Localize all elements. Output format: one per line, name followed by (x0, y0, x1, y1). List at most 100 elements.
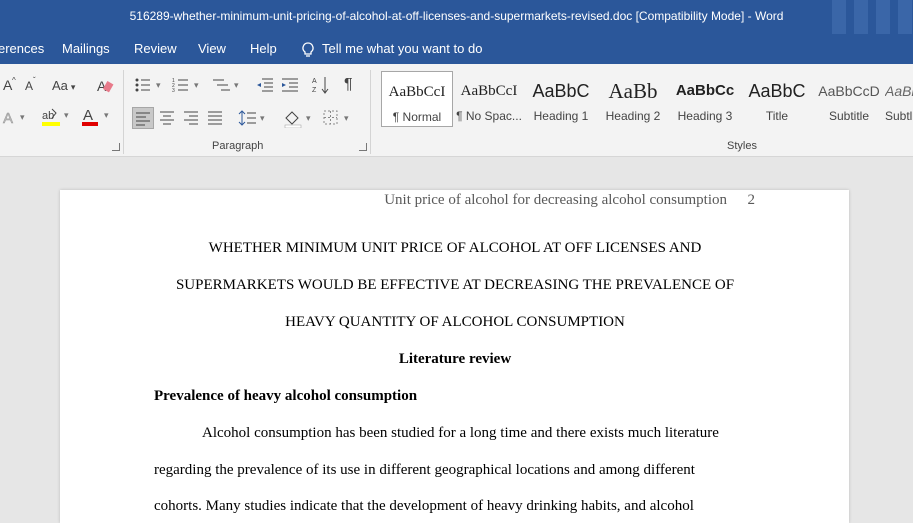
tab-help[interactable]: Help (250, 34, 277, 64)
line-spacing-button[interactable]: ▾ (238, 108, 268, 128)
style-name: Heading 2 (605, 109, 661, 123)
style-normal[interactable]: AaBbCcI ¶ Normal (381, 71, 453, 127)
svg-text:ab: ab (42, 110, 54, 122)
decrease-font-size-button[interactable]: Aˇ (24, 76, 40, 92)
multilevel-list-button[interactable]: ▾ (212, 76, 242, 94)
change-case-button[interactable]: Aa ▾ (52, 78, 75, 93)
svg-text:Z: Z (312, 87, 317, 94)
numbering-button[interactable]: 1 2 3 ▾ (172, 76, 202, 94)
title-line: HEAVY QUANTITY OF ALCOHOL CONSUMPTION (285, 314, 625, 330)
svg-text:▾: ▾ (306, 113, 311, 123)
title-line: SUPERMARKETS WOULD BE EFFECTIVE AT DECRE… (175, 277, 735, 293)
title-bar-decoration (898, 0, 912, 34)
style-name: Subtl (885, 109, 913, 123)
style-preview: AaBbC (748, 81, 806, 101)
style-preview: AaBbCcI (388, 84, 446, 100)
style-name: Title (765, 109, 789, 123)
eraser-icon: A (97, 78, 114, 94)
style-preview: AaBbC (532, 81, 590, 101)
highlight-color-button[interactable]: ab ▾ (40, 106, 74, 128)
title-bar-decoration (854, 0, 868, 34)
shading-button[interactable]: ▾ (283, 108, 315, 128)
style-preview: AaBbCc (675, 82, 735, 99)
change-case-label: Aa (52, 78, 68, 93)
ribbon-tabs: erences Mailings Review View Help Tell m… (0, 34, 913, 64)
tab-references[interactable]: erences (0, 34, 44, 64)
svg-text:▾: ▾ (64, 110, 69, 120)
svg-text:▾: ▾ (260, 113, 265, 123)
tab-mailings[interactable]: Mailings (62, 34, 110, 64)
svg-text:▾: ▾ (194, 80, 199, 90)
styles-group-label: Styles (727, 140, 757, 152)
svg-text:▾: ▾ (156, 80, 161, 90)
svg-text:ˇ: ˇ (33, 76, 36, 85)
style-name: ¶ Normal (392, 110, 442, 124)
align-left-button[interactable] (132, 107, 154, 129)
tab-view[interactable]: View (198, 34, 226, 64)
text-effects-button[interactable]: A ▾ (2, 108, 30, 126)
body-line: regarding the prevalence of its use in d… (154, 462, 695, 478)
paragraph-group-label: Paragraph (212, 140, 264, 152)
style-heading-1[interactable]: AaBbC Heading 1 (525, 71, 597, 127)
style-heading-3[interactable]: AaBbCc Heading 3 (669, 71, 741, 127)
title-bar-decoration (832, 0, 846, 34)
decrease-indent-button[interactable] (256, 76, 274, 94)
style-name: Subtitle (828, 109, 870, 123)
svg-text:^: ^ (12, 76, 16, 85)
window-title: 516289-whether-minimum-unit-pricing-of-a… (129, 9, 784, 23)
svg-text:A: A (83, 107, 93, 124)
tell-me-text: Tell me what you want to do (322, 41, 483, 56)
section-heading: Literature review (398, 351, 512, 367)
clear-formatting-button[interactable]: A (96, 76, 114, 94)
style-title[interactable]: AaBbC Title (741, 71, 813, 127)
style-preview: AaBbCcD (818, 83, 880, 99)
show-formatting-marks-button[interactable]: ¶ (344, 76, 353, 94)
justify-button[interactable] (207, 109, 223, 127)
title-bar-decoration (876, 0, 890, 34)
font-dialog-launcher[interactable] (112, 143, 120, 151)
style-preview: AaBb (608, 79, 658, 103)
style-subtle-emphasis[interactable]: AaBl Subtl (885, 71, 913, 127)
paragraph-dialog-launcher[interactable] (359, 143, 367, 151)
increase-indent-button[interactable] (281, 76, 299, 94)
tell-me-box[interactable]: Tell me what you want to do (302, 34, 482, 64)
style-preview: AaBl (885, 83, 913, 99)
subheading: Prevalence of heavy alcohol consumption (154, 388, 418, 404)
body-line: cohorts. Many studies indicate that the … (154, 498, 694, 514)
style-name: Heading 3 (677, 109, 733, 123)
body-line: Alcohol consumption has been studied for… (202, 425, 719, 441)
group-separator (370, 70, 371, 154)
style-preview: AaBbCcI (460, 83, 518, 99)
borders-button[interactable]: ▾ (322, 108, 354, 128)
running-head: Unit price of alcohol for decreasing alc… (384, 192, 727, 208)
title-bar: 516289-whether-minimum-unit-pricing-of-a… (0, 0, 913, 34)
bullets-button[interactable]: ▾ (134, 76, 164, 94)
svg-text:A: A (312, 78, 317, 85)
style-no-spacing[interactable]: AaBbCcI ¶ No Spac... (453, 71, 525, 127)
group-separator (123, 70, 124, 154)
style-subtitle[interactable]: AaBbCcD Subtitle (813, 71, 885, 127)
page-header: Unit price of alcohol for decreasing alc… (60, 190, 849, 214)
increase-font-size-button[interactable]: A ^ (2, 76, 18, 92)
align-center-button[interactable] (159, 109, 175, 127)
styles-gallery: AaBbCcI ¶ Normal AaBbCcI ¶ No Spac... Aa… (381, 71, 913, 131)
font-color-button[interactable]: A ▾ (80, 106, 114, 128)
style-heading-2[interactable]: AaBb Heading 2 (597, 71, 669, 127)
pilcrow-icon: ¶ (344, 76, 353, 93)
style-name: ¶ No Spac... (456, 109, 522, 123)
style-name: Heading 1 (533, 109, 589, 123)
tab-review[interactable]: Review (134, 34, 177, 64)
document-page[interactable]: Unit price of alcohol for decreasing alc… (60, 190, 849, 523)
title-line: WHETHER MINIMUM UNIT PRICE OF ALCOHOL AT… (208, 240, 702, 256)
sort-button[interactable]: AZ (312, 75, 330, 95)
svg-text:▾: ▾ (104, 110, 109, 120)
lightbulb-icon (302, 41, 314, 58)
svg-text:A: A (25, 79, 33, 92)
svg-text:A: A (3, 110, 13, 126)
ribbon: A ^ Aˇ Aa ▾ A A ▾ ab ▾ A ▾ ▾ 1 2 3 ▾ ▾ AZ ¶ (0, 64, 913, 157)
svg-text:▾: ▾ (344, 113, 349, 123)
svg-text:▾: ▾ (234, 80, 239, 90)
page-number: 2 (747, 192, 756, 208)
svg-text:▾: ▾ (20, 112, 25, 122)
align-right-button[interactable] (183, 109, 199, 127)
